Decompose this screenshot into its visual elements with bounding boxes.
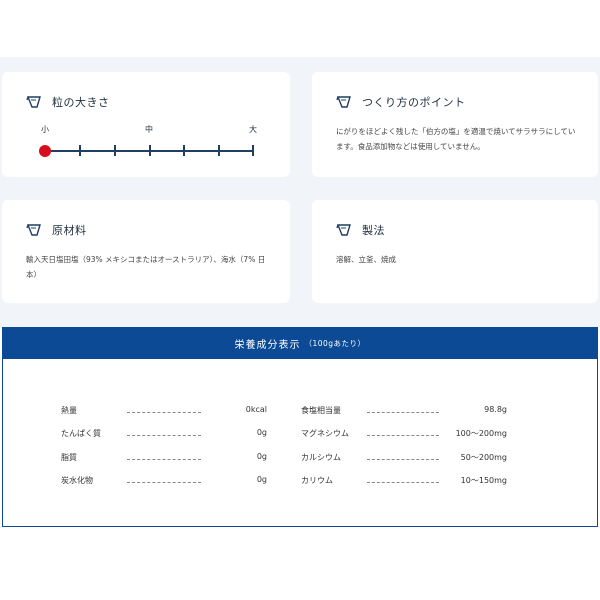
ingredients-title: 原材料 xyxy=(26,222,87,238)
scale-tick xyxy=(218,145,220,156)
grain-size-card: 粒の大きさ 小 中 大 xyxy=(2,72,290,177)
leader-dots xyxy=(367,412,439,413)
salt-shaker-icon xyxy=(26,224,41,236)
nutrition-row: 炭水化物 0g xyxy=(61,475,267,489)
ingredients-text: 輸入天日塩田塩（93% メキシコまたはオーストラリア）、海水（7% 日本） xyxy=(26,255,266,279)
nutrition-row: 熱量 0kcal xyxy=(61,405,267,419)
nutrient-name: 食塩相当量 xyxy=(301,406,341,415)
nutrient-value: 10〜150mg xyxy=(460,476,507,485)
scale-tick xyxy=(252,145,254,156)
leader-dots xyxy=(127,459,201,460)
nutrient-value: 0g xyxy=(256,452,267,461)
nutrient-name: たんぱく質 xyxy=(61,429,101,438)
nutrition-row: カリウム 10〜150mg xyxy=(301,475,507,489)
grain-size-title: 粒の大きさ xyxy=(26,94,110,110)
nutrient-value: 0kcal xyxy=(245,405,267,414)
leader-dots xyxy=(127,435,201,436)
scale-tick xyxy=(149,145,151,156)
nutrient-value: 100〜200mg xyxy=(455,429,507,438)
nutrient-value: 0g xyxy=(256,475,267,484)
nutrient-name: 炭水化物 xyxy=(61,476,93,485)
salt-shaker-icon xyxy=(336,96,351,108)
leader-dots xyxy=(367,459,439,460)
method-text: 溶解、立釜、焼成 xyxy=(336,255,396,264)
nutrition-row: たんぱく質 0g xyxy=(61,428,267,442)
nutrition-row: 脂質 0g xyxy=(61,452,267,466)
nutrient-name: 熱量 xyxy=(61,406,77,415)
nutrition-row: カルシウム 50〜200mg xyxy=(301,452,507,466)
process-title: つくり方のポイント xyxy=(336,94,466,110)
grain-size-scale: 小 中 大 xyxy=(17,124,257,164)
nutrient-value: 0g xyxy=(256,428,267,437)
leader-dots xyxy=(127,412,201,413)
nutrient-value: 98.8g xyxy=(484,405,507,414)
process-text: にがりをほどよく残した「伯方の塩」を適温で焼いてサラサラにしています。食品添加物… xyxy=(336,127,576,151)
nutrient-name: マグネシウム xyxy=(301,429,349,438)
scale-tick xyxy=(183,145,185,156)
salt-shaker-icon xyxy=(26,96,41,108)
process-card: つくり方のポイント にがりをほどよく残した「伯方の塩」を適温で焼いてサラサラにし… xyxy=(312,72,598,177)
leader-dots xyxy=(367,435,439,436)
scale-tick xyxy=(114,145,116,156)
grain-size-label: 粒の大きさ xyxy=(52,96,110,109)
nutrient-value: 50〜200mg xyxy=(460,453,507,462)
ingredients-card: 原材料 輸入天日塩田塩（93% メキシコまたはオーストラリア）、海水（7% 日本… xyxy=(2,200,290,303)
nutrition-row: 食塩相当量 98.8g xyxy=(301,405,507,419)
nutrition-title: 栄養成分表示 xyxy=(234,340,301,351)
leader-dots xyxy=(367,482,439,483)
nutrition-header: 栄養成分表示 （100gあたり） xyxy=(3,328,597,359)
scale-tick xyxy=(79,145,81,156)
nutrition-subtitle: （100gあたり） xyxy=(304,339,366,348)
nutrition-row: マグネシウム 100〜200mg xyxy=(301,428,507,442)
process-label: つくり方のポイント xyxy=(362,96,466,109)
method-card: 製法 溶解、立釜、焼成 xyxy=(312,200,598,303)
salt-shaker-icon xyxy=(336,224,351,236)
nutrition-table: 栄養成分表示 （100gあたり） 熱量 0kcal たんぱく質 0g 脂質 0g … xyxy=(2,327,598,527)
ingredients-label: 原材料 xyxy=(52,224,87,237)
scale-marker xyxy=(39,145,51,157)
nutrient-name: カリウム xyxy=(301,476,333,485)
nutrient-name: カルシウム xyxy=(301,453,341,462)
leader-dots xyxy=(127,482,201,483)
method-title: 製法 xyxy=(336,222,385,238)
method-label: 製法 xyxy=(362,224,385,237)
nutrient-name: 脂質 xyxy=(61,453,77,462)
